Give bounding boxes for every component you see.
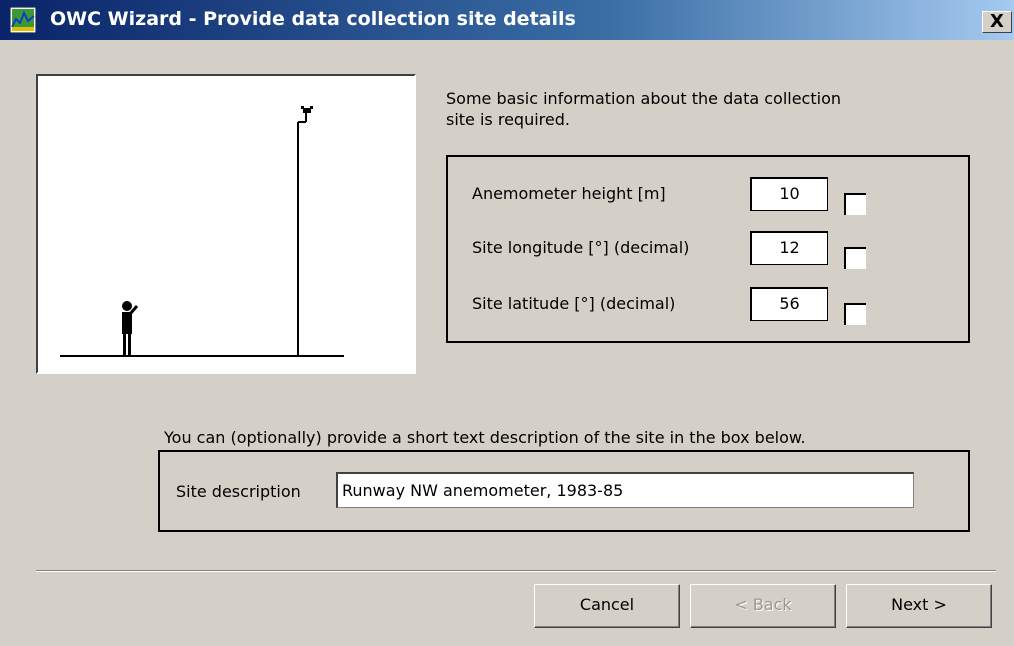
owc-wizard-icon <box>10 7 36 33</box>
button-separator <box>36 570 996 572</box>
site-longitude-input[interactable]: 12 <box>750 231 828 265</box>
site-longitude-checkbox[interactable] <box>844 247 866 269</box>
cancel-button[interactable]: Cancel <box>534 584 680 628</box>
intro-text: Some basic information about the data co… <box>446 89 841 129</box>
anemometer-height-checkbox[interactable] <box>844 193 866 215</box>
cancel-button-label: Cancel <box>579 595 635 614</box>
site-parameters-group: Anemometer height [m] 10 Site longitude … <box>446 155 970 343</box>
title-bar: OWC Wizard - Provide data collection sit… <box>0 0 1014 40</box>
param-row-site-latitude: Site latitude [°] (decimal) 56 <box>448 287 968 325</box>
next-button-label: Next > <box>891 595 947 614</box>
close-button[interactable]: X <box>982 11 1012 33</box>
anemometer-height-input[interactable]: 10 <box>750 177 828 211</box>
param-row-anemometer-height: Anemometer height [m] 10 <box>448 177 968 215</box>
window-title: OWC Wizard - Provide data collection sit… <box>50 8 576 30</box>
back-button-label: < Back <box>734 595 792 614</box>
site-description-input[interactable]: Runway NW anemometer, 1983-85 <box>336 472 914 508</box>
person-and-anemometer-mast-illustration <box>60 106 344 357</box>
site-latitude-label: Site latitude [°] (decimal) <box>472 294 676 313</box>
description-hint: You can (optionally) provide a short tex… <box>164 428 806 447</box>
param-row-site-longitude: Site longitude [°] (decimal) 12 <box>448 231 968 269</box>
site-latitude-input[interactable]: 56 <box>750 287 828 321</box>
anemometer-height-label: Anemometer height [m] <box>472 184 666 203</box>
site-description-group: Site description Runway NW anemometer, 1… <box>158 450 970 532</box>
site-longitude-label: Site longitude [°] (decimal) <box>472 238 690 257</box>
back-button[interactable]: < Back <box>690 584 836 628</box>
next-button[interactable]: Next > <box>846 584 992 628</box>
site-illustration <box>36 74 416 374</box>
site-latitude-checkbox[interactable] <box>844 303 866 325</box>
close-icon: X <box>990 11 1004 32</box>
site-description-label: Site description <box>176 482 301 501</box>
